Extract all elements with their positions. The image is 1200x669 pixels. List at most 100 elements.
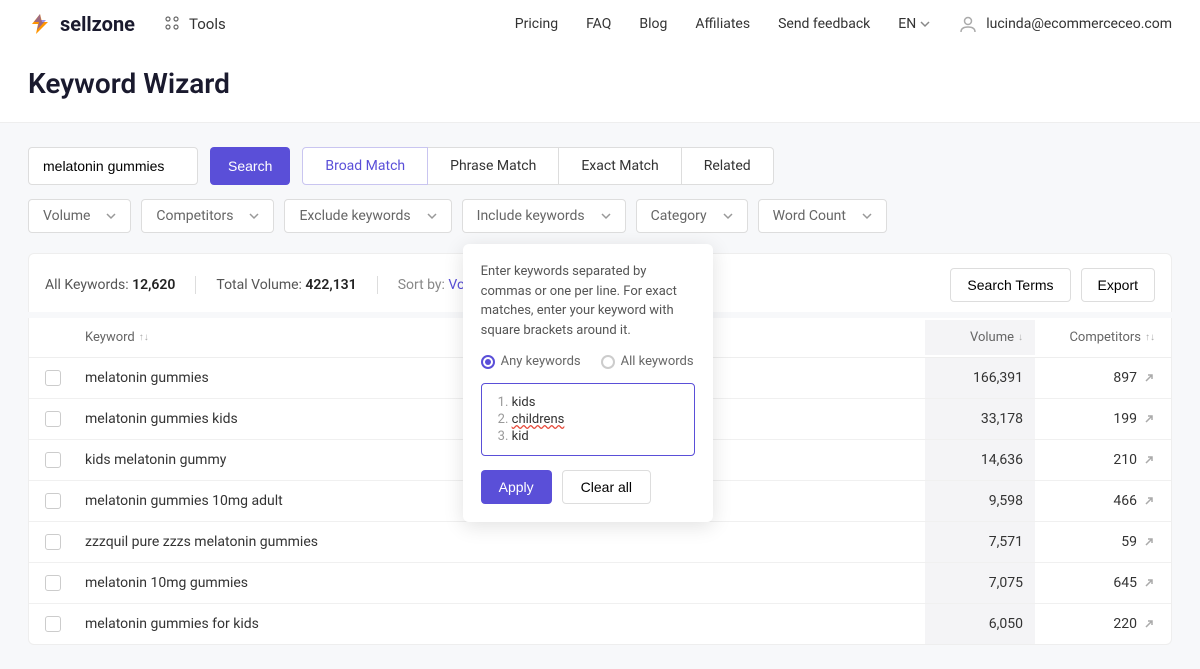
page-title: Keyword Wizard (0, 49, 1200, 122)
chevron-down-icon (723, 211, 733, 221)
row-volume: 6,050 (925, 604, 1035, 644)
row-volume: 14,636 (925, 440, 1035, 480)
search-input[interactable] (28, 147, 198, 185)
nav-faq[interactable]: FAQ (586, 16, 611, 32)
radio-all-keywords[interactable]: All keywords (601, 354, 694, 369)
radio-icon (601, 355, 615, 369)
tools-label: Tools (189, 15, 226, 33)
table-row: melatonin 10mg gummies 7,075 645 (29, 563, 1171, 604)
chevron-down-icon (601, 211, 611, 221)
keywords-textarea[interactable]: kids childrens kid (481, 383, 695, 456)
filter-category[interactable]: Category (636, 199, 748, 233)
row-competitors: 897 (1035, 370, 1155, 386)
row-keyword[interactable]: zzzquil pure zzzs melatonin gummies (85, 534, 925, 550)
top-nav: Pricing FAQ Blog Affiliates Send feedbac… (515, 14, 1172, 34)
filter-include[interactable]: Include keywords Enter keywords separate… (462, 199, 626, 233)
header-volume[interactable]: Volume ↓ (925, 320, 1035, 355)
user-menu[interactable]: lucinda@ecommerceceo.com (958, 14, 1172, 34)
grid-icon (165, 16, 181, 32)
table-row: melatonin gummies for kids 6,050 220 (29, 604, 1171, 644)
language-selector[interactable]: EN (898, 16, 930, 32)
radio-group: Any keywords All keywords (481, 354, 695, 369)
top-bar: sellzone Tools Pricing FAQ Blog Affiliat… (0, 0, 1200, 49)
nav-affiliates[interactable]: Affiliates (695, 16, 750, 32)
table-actions: Search Terms Export (950, 268, 1155, 302)
row-keyword[interactable]: melatonin 10mg gummies (85, 575, 925, 591)
include-keywords-popover: Enter keywords separated by commas or on… (463, 244, 713, 522)
tab-phrase-match[interactable]: Phrase Match (428, 147, 559, 185)
match-tabs: Broad Match Phrase Match Exact Match Rel… (302, 147, 773, 185)
popover-instructions: Enter keywords separated by commas or on… (481, 262, 695, 340)
external-link-icon[interactable] (1143, 536, 1155, 548)
nav-blog[interactable]: Blog (639, 16, 667, 32)
header-competitors[interactable]: Competitors ↑↓ (1035, 330, 1155, 345)
row-keyword[interactable]: melatonin gummies for kids (85, 616, 925, 632)
filters-row: Volume Competitors Exclude keywords Incl… (28, 199, 1172, 233)
row-volume: 33,178 (925, 399, 1035, 439)
sellzone-logo-icon (28, 12, 52, 36)
radio-any-keywords[interactable]: Any keywords (481, 354, 581, 369)
external-link-icon[interactable] (1143, 454, 1155, 466)
filter-exclude[interactable]: Exclude keywords (284, 199, 451, 233)
row-checkbox[interactable] (45, 370, 61, 386)
row-competitors: 220 (1035, 616, 1155, 632)
chevron-down-icon (427, 211, 437, 221)
row-checkbox-cell (45, 452, 85, 468)
external-link-icon[interactable] (1143, 413, 1155, 425)
row-checkbox-cell (45, 575, 85, 591)
row-competitors: 199 (1035, 411, 1155, 427)
row-checkbox-cell (45, 534, 85, 550)
export-button[interactable]: Export (1081, 268, 1155, 302)
row-checkbox-cell (45, 370, 85, 386)
row-checkbox[interactable] (45, 452, 61, 468)
row-competitors: 59 (1035, 534, 1155, 550)
tab-broad-match[interactable]: Broad Match (302, 147, 428, 185)
search-row: Search Broad Match Phrase Match Exact Ma… (28, 147, 1172, 185)
row-checkbox[interactable] (45, 411, 61, 427)
row-volume: 7,571 (925, 522, 1035, 562)
row-competitors: 645 (1035, 575, 1155, 591)
nav-pricing[interactable]: Pricing (515, 16, 558, 32)
row-checkbox[interactable] (45, 534, 61, 550)
lang-label: EN (898, 16, 916, 32)
stat-separator (377, 276, 378, 294)
filter-wordcount[interactable]: Word Count (758, 199, 887, 233)
sort-icon: ↑↓ (139, 332, 149, 343)
row-checkbox[interactable] (45, 493, 61, 509)
row-checkbox[interactable] (45, 616, 61, 632)
external-link-icon[interactable] (1143, 495, 1155, 507)
chevron-down-icon (862, 211, 872, 221)
row-volume: 166,391 (925, 358, 1035, 398)
all-keywords-stat: All Keywords: 12,620 (45, 277, 175, 293)
tab-exact-match[interactable]: Exact Match (559, 147, 681, 185)
stat-separator (195, 276, 196, 294)
tab-related[interactable]: Related (682, 147, 774, 185)
chevron-down-icon (920, 19, 930, 29)
chevron-down-icon (106, 211, 116, 221)
logo[interactable]: sellzone (28, 12, 135, 36)
nav-feedback[interactable]: Send feedback (778, 16, 870, 32)
user-email: lucinda@ecommerceceo.com (986, 16, 1172, 32)
content-area: Search Broad Match Phrase Match Exact Ma… (0, 123, 1200, 669)
sort-down-icon: ↓ (1018, 332, 1023, 343)
row-competitors: 210 (1035, 452, 1155, 468)
row-checkbox-cell (45, 493, 85, 509)
total-volume-stat: Total Volume: 422,131 (216, 277, 356, 293)
user-icon (958, 14, 978, 34)
filter-competitors[interactable]: Competitors (141, 199, 274, 233)
clear-all-button[interactable]: Clear all (562, 470, 651, 504)
filter-volume[interactable]: Volume (28, 199, 131, 233)
chevron-down-icon (249, 211, 259, 221)
table-row: zzzquil pure zzzs melatonin gummies 7,57… (29, 522, 1171, 563)
popover-actions: Apply Clear all (481, 470, 695, 504)
search-terms-button[interactable]: Search Terms (950, 268, 1070, 302)
row-checkbox[interactable] (45, 575, 61, 591)
external-link-icon[interactable] (1143, 577, 1155, 589)
search-button[interactable]: Search (210, 147, 290, 185)
brand-text: sellzone (60, 12, 135, 36)
tools-button[interactable]: Tools (165, 15, 226, 33)
apply-button[interactable]: Apply (481, 470, 552, 504)
external-link-icon[interactable] (1143, 372, 1155, 384)
row-competitors: 466 (1035, 493, 1155, 509)
external-link-icon[interactable] (1143, 618, 1155, 630)
